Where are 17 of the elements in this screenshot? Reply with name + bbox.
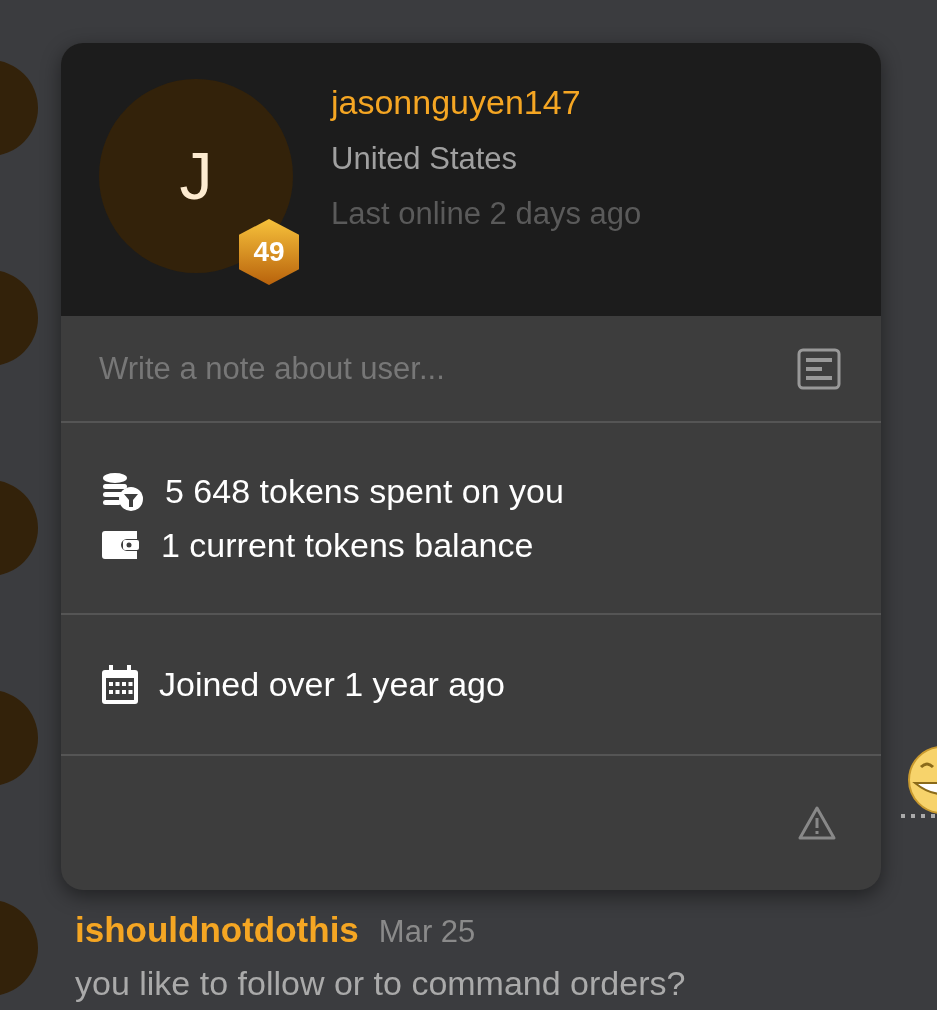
stat-text: 5 648 tokens spent on you: [165, 472, 564, 511]
calendar-icon: [101, 664, 139, 705]
joined-text: Joined over 1 year ago: [159, 665, 505, 704]
level-badge: 49: [239, 219, 299, 285]
coins-icon: [101, 471, 145, 512]
username: jasonnguyen147: [331, 83, 582, 122]
wallet-icon: [101, 529, 141, 561]
country: United States: [331, 141, 519, 177]
message-text: you like to follow or to command orders?: [75, 964, 687, 1003]
dots-icon: [899, 812, 937, 820]
note-icon[interactable]: [797, 347, 841, 390]
warning-icon[interactable]: [797, 805, 837, 841]
message-date: Mar 25: [378, 914, 476, 950]
message-author[interactable]: ishouldnotdothis: [75, 910, 359, 950]
last-online: Last online 2 days ago: [331, 196, 642, 232]
note-field[interactable]: Write a note about user...: [97, 349, 797, 388]
stat-text: 1 current tokens balance: [161, 525, 534, 565]
